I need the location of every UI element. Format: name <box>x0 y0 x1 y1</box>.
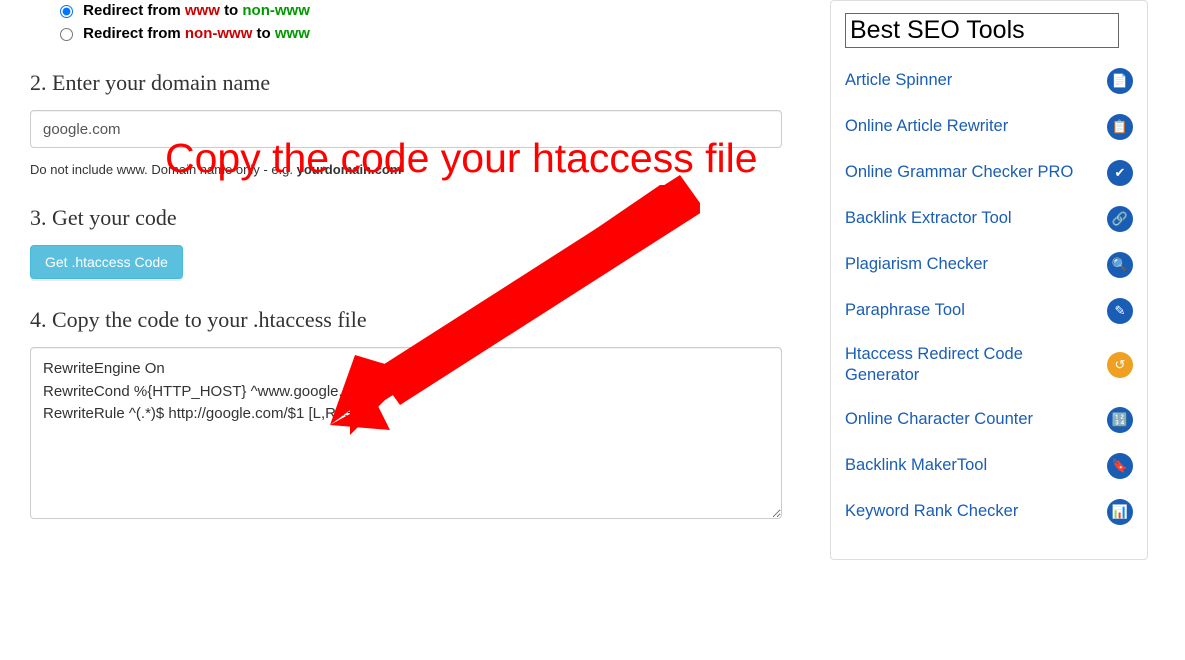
step4-title: 4. Copy the code to your .htaccess file <box>30 307 785 333</box>
domain-hint-bold: yourdomain.com <box>297 162 402 177</box>
option1-to-word: to <box>224 2 242 19</box>
sidebar-title: Best SEO Tools <box>845 13 1119 48</box>
tool-link[interactable]: Online Character Counter <box>845 409 1033 430</box>
clipboard-icon: 📋 <box>1107 114 1133 140</box>
get-htaccess-button[interactable]: Get .htaccess Code <box>30 245 183 279</box>
tool-row[interactable]: Article Spinner 📄 <box>845 58 1133 104</box>
step3-title: 3. Get your code <box>30 205 785 231</box>
step2-title: 2. Enter your domain name <box>30 70 785 96</box>
radio-www-to-nonwww[interactable] <box>60 5 73 18</box>
edit-icon: ✎ <box>1107 298 1133 324</box>
main-form: Redirect from www to non-www Redirect fr… <box>0 0 800 522</box>
sidebar: Best SEO Tools Article Spinner 📄 Online Ar… <box>830 0 1148 560</box>
option2-to-word: to <box>257 25 275 42</box>
tool-row[interactable]: Keyword Rank Checker 📊 <box>845 489 1133 535</box>
option2-to: www <box>275 25 310 42</box>
tool-link[interactable]: Online Grammar Checker PRO <box>845 162 1073 183</box>
tool-link[interactable]: Online Article Rewriter <box>845 116 1008 137</box>
radio-nonwww-to-www[interactable] <box>60 28 73 41</box>
tool-row[interactable]: Backlink Extractor Tool 🔗 <box>845 196 1133 242</box>
option1-prefix: Redirect from <box>83 2 185 19</box>
tool-link[interactable]: Paraphrase Tool <box>845 300 965 321</box>
tool-row[interactable]: Backlink MakerTool 🔖 <box>845 443 1133 489</box>
option1-to: non-www <box>242 2 310 19</box>
domain-input[interactable] <box>30 110 782 148</box>
domain-hint-text: Do not include www. Domain name only - e… <box>30 162 297 177</box>
tool-row[interactable]: Paraphrase Tool ✎ <box>845 288 1133 334</box>
redirect-option-2[interactable]: Redirect from non-www to www <box>60 25 785 42</box>
domain-hint: Do not include www. Domain name only - e… <box>30 162 785 177</box>
tool-link[interactable]: Htaccess Redirect Code Generator <box>845 344 1075 387</box>
htaccess-code-output[interactable] <box>30 347 782 519</box>
tool-row[interactable]: Plagiarism Checker 🔍 <box>845 242 1133 288</box>
option1-from: www <box>185 2 220 19</box>
tool-row[interactable]: Online Character Counter 🔢 <box>845 397 1133 443</box>
backlink-icon: 🔖 <box>1107 453 1133 479</box>
tool-link[interactable]: Keyword Rank Checker <box>845 501 1018 522</box>
tool-row[interactable]: Online Article Rewriter 📋 <box>845 104 1133 150</box>
tool-link[interactable]: Backlink MakerTool <box>845 455 987 476</box>
search-icon: 🔍 <box>1107 252 1133 278</box>
check-icon: ✔ <box>1107 160 1133 186</box>
link-icon: 🔗 <box>1107 206 1133 232</box>
tool-link[interactable]: Article Spinner <box>845 70 952 91</box>
tool-link[interactable]: Backlink Extractor Tool <box>845 208 1012 229</box>
doc-icon: 📄 <box>1107 68 1133 94</box>
counter-icon: 🔢 <box>1107 407 1133 433</box>
redirect-icon: ↺ <box>1107 352 1133 378</box>
tool-link[interactable]: Plagiarism Checker <box>845 254 988 275</box>
tool-row[interactable]: Htaccess Redirect Code Generator ↺ <box>845 334 1133 397</box>
tool-list: Article Spinner 📄 Online Article Rewriter 📋… <box>845 58 1133 535</box>
option2-prefix: Redirect from <box>83 25 185 42</box>
rank-icon: 📊 <box>1107 499 1133 525</box>
tool-row[interactable]: Online Grammar Checker PRO ✔ <box>845 150 1133 196</box>
option2-from: non-www <box>185 25 253 42</box>
redirect-option-1[interactable]: Redirect from www to non-www <box>60 2 785 19</box>
